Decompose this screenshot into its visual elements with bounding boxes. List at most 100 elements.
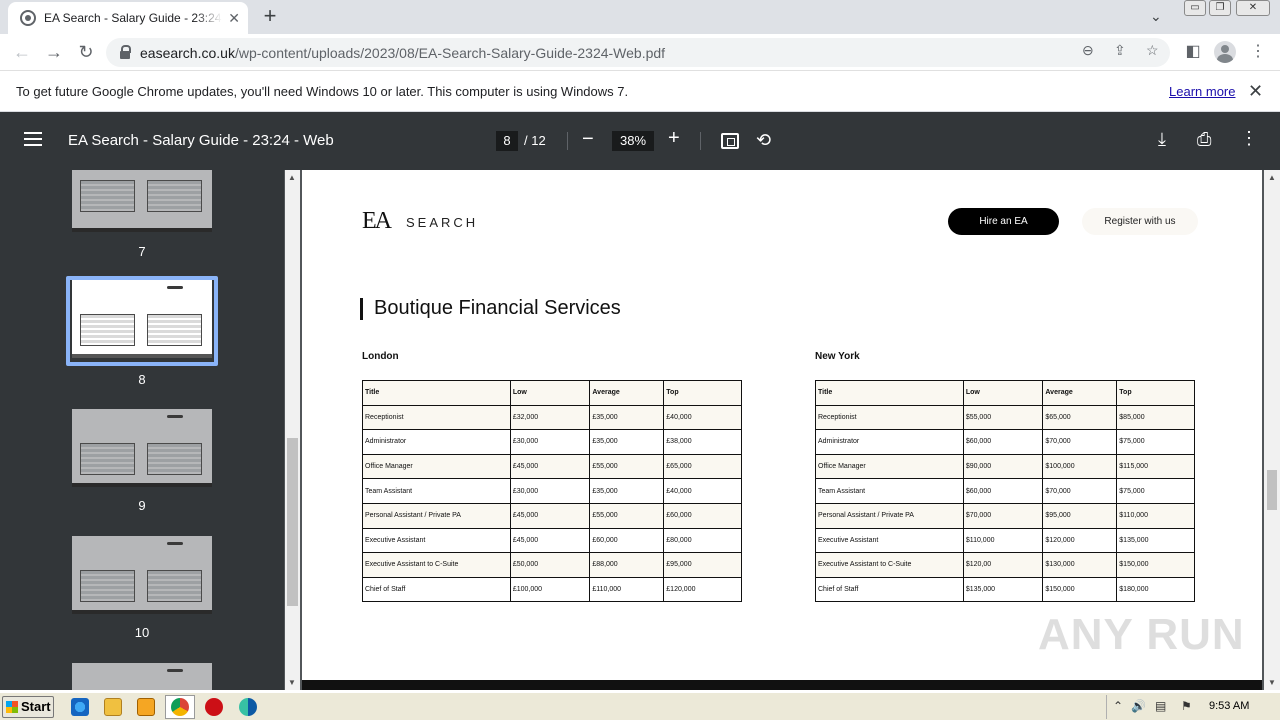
bookmark-star-icon[interactable]: ☆ [1146,42,1159,59]
thumbnail-page-10[interactable] [72,536,212,614]
table-cell: Receptionist [362,404,511,431]
clock: 9:53 AM [1209,700,1250,712]
scroll-up-arrow-icon[interactable]: ▲ [288,173,296,182]
media-player-icon[interactable] [137,698,155,716]
opera-icon[interactable] [205,698,223,716]
more-options-icon[interactable]: ⋮ [1240,128,1258,149]
browser-toolbar: ← → ↻ easearch.co.uk/wp-content/uploads/… [0,34,1280,71]
address-bar[interactable]: easearch.co.uk/wp-content/uploads/2023/0… [106,38,1170,67]
city-label-new-york: New York [815,351,860,362]
table-row: Administrator £30,000 £35,000 £38,000 [362,429,742,455]
table-cell: £40,000 [663,404,742,431]
sidebar-scrollbar[interactable]: ▲ ▼ [285,170,300,690]
scroll-down-arrow-icon[interactable]: ▼ [288,678,296,687]
table-row: Team Assistant $60,000 $70,000 $75,000 [815,478,1195,504]
scroll-up-arrow-icon[interactable]: ▲ [1268,173,1276,182]
tab-search-icon[interactable]: ⌄ [1150,8,1162,25]
table-cell: $75,000 [1116,478,1195,504]
url-path: /wp-content/uploads/2023/08/EA-Search-Sa… [234,44,666,61]
close-window-button[interactable]: ✕ [1236,0,1270,16]
zoom-level-input[interactable]: 38% [612,131,654,151]
back-icon[interactable]: ← [10,40,34,64]
download-icon[interactable]: ⤓ [1158,129,1166,150]
start-button[interactable]: Start [2,696,54,718]
table-cell: Personal Assistant / Private PA [362,502,511,529]
zoom-in-icon[interactable]: + [668,127,680,150]
learn-more-link[interactable]: Learn more [1169,84,1235,99]
chrome-menu-icon[interactable]: ⋮ [1247,41,1269,63]
zoom-icon[interactable]: ⊖ [1082,42,1094,59]
zoom-out-icon[interactable]: − [582,128,594,151]
table-cell: $110,000 [962,527,1044,554]
tray-expand-icon[interactable]: ⌃ [1113,699,1123,713]
infobar-close-icon[interactable]: ✕ [1248,81,1263,102]
scroll-down-arrow-icon[interactable]: ▼ [1268,678,1276,687]
thumbnail-page-7[interactable] [72,170,212,232]
rotate-icon[interactable]: ⟲ [756,130,771,151]
table-row: Chief of Staff £100,000 £110,000 £120,000 [362,576,742,603]
explorer-folder-icon[interactable] [104,698,122,716]
table-cell: $120,00 [962,552,1044,578]
table-cell: £88,000 [589,552,665,578]
profile-avatar-icon[interactable] [1214,41,1236,63]
table-cell: Executive Assistant [362,527,511,554]
ie-icon[interactable] [71,698,89,716]
page-footer-band [302,680,1262,690]
tab-close-icon[interactable]: ✕ [228,10,240,27]
tab-active[interactable]: EA Search - Salary Guide - 23:24 - Web ✕ [8,2,248,34]
table-cell: £55,000 [589,453,665,480]
thumbnail-label: 8 [138,372,146,387]
sidebar-scrollbar-thumb[interactable] [287,438,298,606]
volume-icon[interactable]: 🔊 [1131,699,1146,713]
hamburger-menu-icon[interactable] [24,132,42,146]
table-cell: $70,000 [1042,429,1118,455]
edge-icon[interactable] [239,698,257,716]
side-panel-icon[interactable]: ◧ [1182,41,1204,63]
minimize-button[interactable]: ▭ [1184,0,1206,16]
forward-icon[interactable]: → [42,40,66,64]
viewer-scrollbar-thumb[interactable] [1267,470,1277,510]
ea-logo-mark: EA [362,208,392,234]
page-number-input[interactable]: 8 [496,131,518,151]
table-cell: £120,000 [663,576,742,603]
share-icon[interactable]: ⇪ [1114,42,1126,59]
table-cell: £35,000 [589,478,665,504]
print-icon[interactable]: ⎙ [1197,129,1211,150]
chrome-icon[interactable] [171,698,189,716]
column-header: Low [509,380,591,406]
restore-button[interactable]: ❐ [1209,0,1231,16]
tab-title: EA Search - Salary Guide - 23:24 - Web [44,11,222,25]
london-salary-table: Title Low Average Top Receptionist £32,000 £35… [362,380,742,603]
table-cell: £45,000 [509,453,591,480]
table-cell: £80,000 [663,527,742,554]
table-cell: Personal Assistant / Private PA [815,502,964,529]
anyrun-watermark: ANY RUN [1038,610,1245,659]
thumbnail-page-11[interactable] [72,663,212,690]
column-header: Low [962,380,1044,406]
new-tab-button[interactable]: + [258,5,282,29]
table-cell: £35,000 [589,429,665,455]
table-row: Receptionist £32,000 £35,000 £40,000 [362,404,742,431]
section-title: Boutique Financial Services [374,297,621,319]
reload-icon[interactable]: ↻ [74,40,98,64]
table-cell: Team Assistant [362,478,511,504]
column-header: Average [1042,380,1118,406]
action-center-flag-icon[interactable]: ⚑ [1181,699,1192,713]
table-cell: $150,000 [1042,576,1118,603]
thumbnail-page-9[interactable] [72,409,212,487]
hire-an-ea-button[interactable]: Hire an EA [948,208,1059,235]
section-accent-bar [360,298,363,320]
table-cell: $55,000 [962,404,1044,431]
lock-icon[interactable] [120,44,131,59]
table-row: Receptionist $55,000 $65,000 $85,000 [815,404,1195,431]
column-header: Title [362,380,511,406]
table-cell: £45,000 [509,527,591,554]
fit-to-page-icon[interactable] [721,133,739,149]
network-icon[interactable]: ▤ [1155,699,1166,713]
register-button[interactable]: Register with us [1082,208,1198,235]
thumbnail-button [167,669,183,672]
table-row: Executive Assistant to C-Suite $120,00 $13… [815,552,1195,578]
thumbnail-label: 7 [138,244,146,259]
viewer-scrollbar[interactable]: ▲ ▼ [1264,170,1280,690]
table-header-row: Title Low Average Top [815,380,1195,406]
